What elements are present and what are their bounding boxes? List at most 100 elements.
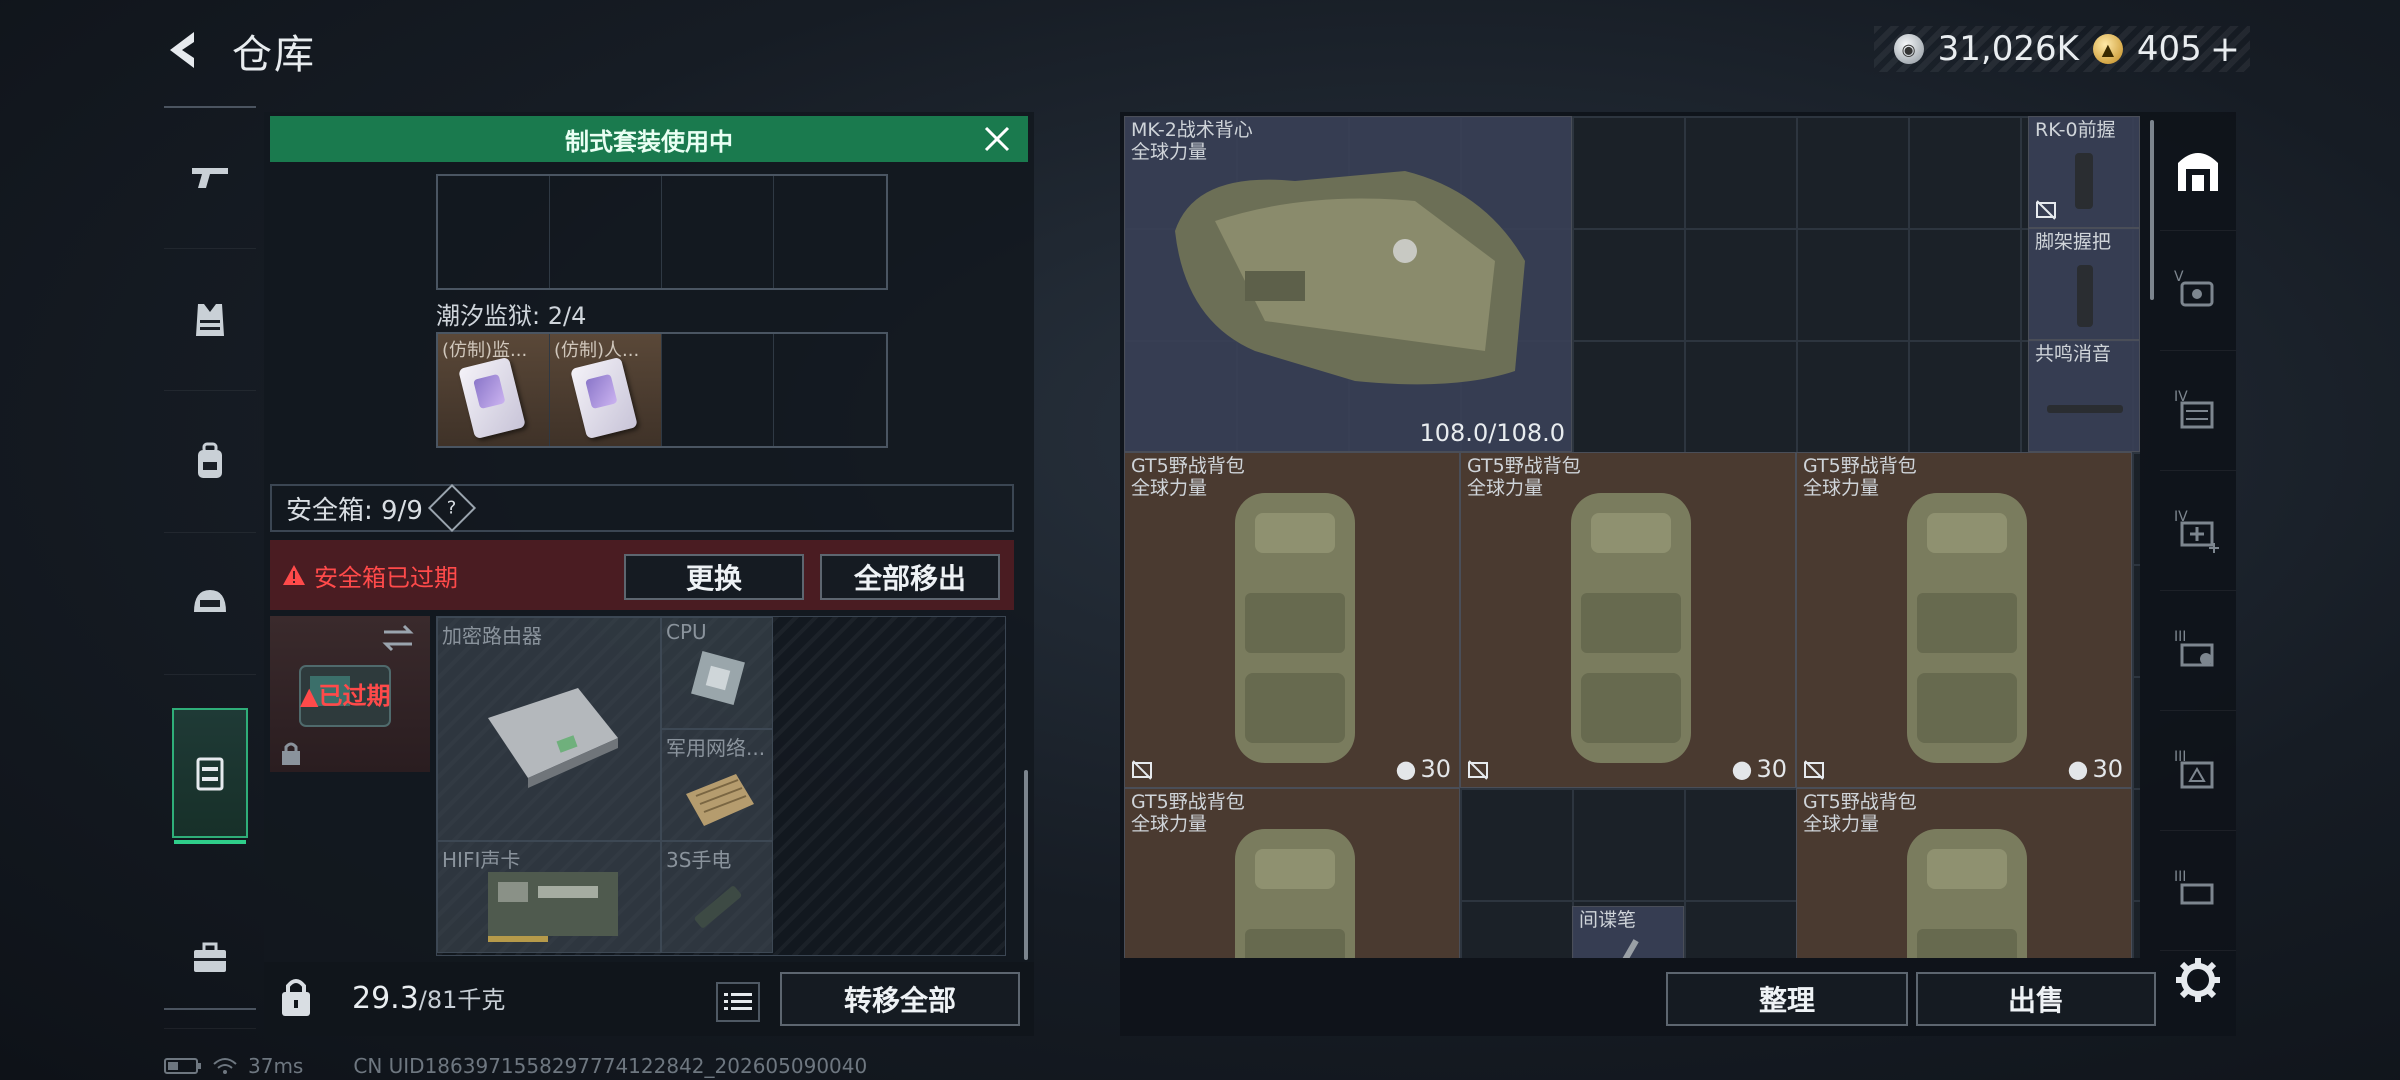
help-glyph: ? xyxy=(447,497,457,519)
safe-box-item[interactable]: ▲已过期 xyxy=(270,616,430,772)
nav-helmet[interactable] xyxy=(164,534,256,675)
sort-button[interactable]: 整理 xyxy=(1666,972,1908,1026)
back-arrow-icon[interactable] xyxy=(160,26,208,74)
item-label: 间谍笔 xyxy=(1579,909,1637,931)
tab-storage-main[interactable] xyxy=(2160,112,2236,231)
encrypted-router-item[interactable]: 加密路由器 xyxy=(437,617,661,841)
silver-amount: 31,026K xyxy=(1937,29,2079,69)
user-uid: CN UID1863971558297774122842_20260509004… xyxy=(353,1054,868,1078)
svg-text:III: III xyxy=(2174,629,2186,645)
item-sub: 全球力量 xyxy=(1803,813,1880,835)
close-icon[interactable] xyxy=(982,124,1012,154)
no-preview-icon xyxy=(1804,760,1824,780)
backpack-capacity: ● 30 xyxy=(1396,755,1452,783)
no-preview-icon xyxy=(1132,760,1152,780)
tab-storage-3b[interactable]: III xyxy=(2160,712,2236,831)
weight-lock-icon[interactable] xyxy=(276,972,316,1022)
tide-prison-slots: (仿制)监... (仿制)人... xyxy=(436,332,888,448)
item-label: (仿制)人... xyxy=(554,340,640,361)
bipod-grip-item[interactable]: 脚架握把 xyxy=(2028,228,2140,340)
empty-slot[interactable] xyxy=(662,334,774,446)
item-sub: 全球力量 xyxy=(1467,477,1544,499)
sell-button[interactable]: 出售 xyxy=(1916,972,2156,1026)
empty-slot[interactable] xyxy=(550,176,662,288)
backpack-image xyxy=(1571,493,1691,763)
field-backpack-item[interactable]: GT5野战背包 全球力量 ● 30 xyxy=(1124,452,1460,788)
item-sub: 全球力量 xyxy=(1131,477,1208,499)
replace-button[interactable]: 更换 xyxy=(624,554,804,600)
add-currency-button[interactable]: + xyxy=(2210,29,2240,70)
capacity-value: 30 xyxy=(1756,755,1787,783)
empty-slot[interactable] xyxy=(774,176,886,288)
empty-slot[interactable] xyxy=(662,176,774,288)
right-scrollbar[interactable] xyxy=(2150,120,2154,300)
access-card-icon xyxy=(570,356,638,440)
swap-arrows-icon[interactable] xyxy=(380,624,416,652)
help-icon[interactable]: ? xyxy=(427,483,476,533)
tab-storage-5[interactable]: V xyxy=(2160,232,2236,351)
item-label: 3S手电 xyxy=(666,848,732,872)
storage-level-3-misc-icon: III xyxy=(2174,869,2214,905)
wifi-icon xyxy=(213,1058,237,1074)
left-scrollbar[interactable] xyxy=(1024,770,1028,960)
gear-icon[interactable] xyxy=(2172,954,2224,1006)
no-preview-icon xyxy=(2036,200,2056,220)
empty-slot[interactable] xyxy=(438,176,550,288)
nav-safe-box[interactable] xyxy=(172,708,248,844)
ping-value: 37ms xyxy=(248,1054,304,1078)
front-grip-item[interactable]: RK-0前握 xyxy=(2028,116,2140,228)
field-backpack-item[interactable]: GT5野战背包 全球力量 xyxy=(1796,788,2132,958)
weight-current: 29.3 xyxy=(352,981,419,1016)
capacity-icon: ● xyxy=(2067,755,2089,783)
flashlight-image xyxy=(694,886,742,928)
bipod-grip-image xyxy=(2077,265,2093,327)
nav-weapons[interactable] xyxy=(164,108,256,249)
no-preview-icon xyxy=(1468,760,1488,780)
access-card-item[interactable]: (仿制)人... xyxy=(550,334,662,446)
tactical-vest-item[interactable]: MK-2战术背心 全球力量 108.0/108.0 xyxy=(1124,116,1572,452)
list-view-button[interactable] xyxy=(716,982,760,1022)
list-icon xyxy=(724,993,752,1010)
backpack-image xyxy=(1235,829,1355,958)
expired-notice-text: 安全箱已过期 xyxy=(314,563,458,592)
field-backpack-item[interactable]: GT5野战背包 全球力量 ● 30 xyxy=(1460,452,1796,788)
tab-storage-3c[interactable]: III xyxy=(2160,832,2236,951)
resonance-suppressor-item[interactable]: 共鸣消音 xyxy=(2028,340,2140,452)
field-backpack-item[interactable]: GT5野战背包 全球力量 xyxy=(1124,788,1460,958)
flashlight-item[interactable]: 3S手电 xyxy=(661,841,773,953)
remove-all-button[interactable]: 全部移出 xyxy=(820,554,1000,600)
pen-image xyxy=(1618,939,1639,958)
empty-slot[interactable] xyxy=(774,334,886,446)
cpu-item[interactable]: CPU xyxy=(661,617,773,729)
carry-weight: 29.3/81千克 xyxy=(352,980,505,1016)
network-module-image xyxy=(686,774,754,826)
item-label: 脚架握把 xyxy=(2035,231,2112,253)
tide-prison-label: 潮汐监狱: 2/4 xyxy=(436,302,587,330)
storage-level-4-icon: IV xyxy=(2174,389,2214,429)
capacity-icon: ● xyxy=(1395,755,1417,783)
item-label: 加密路由器 xyxy=(442,624,542,648)
nav-armor[interactable] xyxy=(164,250,256,391)
nav-toolbox[interactable] xyxy=(164,888,256,1029)
safe-box-grid: 加密路由器 CPU 军用网络... HIFI声卡 3S手电 xyxy=(436,616,1006,956)
status-footer: 37ms CN UID1863971558297774122842_202605… xyxy=(164,1054,867,1078)
tab-storage-3a[interactable]: III xyxy=(2160,592,2236,711)
military-network-item[interactable]: 军用网络... xyxy=(661,729,773,841)
suppressor-image xyxy=(2047,405,2123,413)
tab-storage-4b[interactable]: IV xyxy=(2160,472,2236,591)
gold-amount: 405 xyxy=(2136,29,2202,69)
left-category-nav xyxy=(164,106,256,1029)
cpu-chip-image xyxy=(691,651,745,705)
field-backpack-item[interactable]: GT5野战背包 全球力量 ● 30 xyxy=(1796,452,2132,788)
access-card-item[interactable]: (仿制)监... xyxy=(438,334,550,446)
tab-storage-4a[interactable]: IV xyxy=(2160,352,2236,471)
capacity-icon: ● xyxy=(1731,755,1753,783)
item-name: MK-2战术背心 xyxy=(1131,119,1253,141)
backpack-capacity: ● 30 xyxy=(1732,755,1788,783)
storage-level-3-alt-icon: III xyxy=(2174,749,2214,789)
hifi-soundcard-item[interactable]: HIFI声卡 xyxy=(437,841,661,953)
soundcard-image xyxy=(488,872,618,942)
nav-backpack[interactable] xyxy=(164,392,256,533)
spy-pen-item[interactable]: 间谍笔 xyxy=(1572,906,1684,958)
transfer-all-button[interactable]: 转移全部 xyxy=(780,972,1020,1026)
